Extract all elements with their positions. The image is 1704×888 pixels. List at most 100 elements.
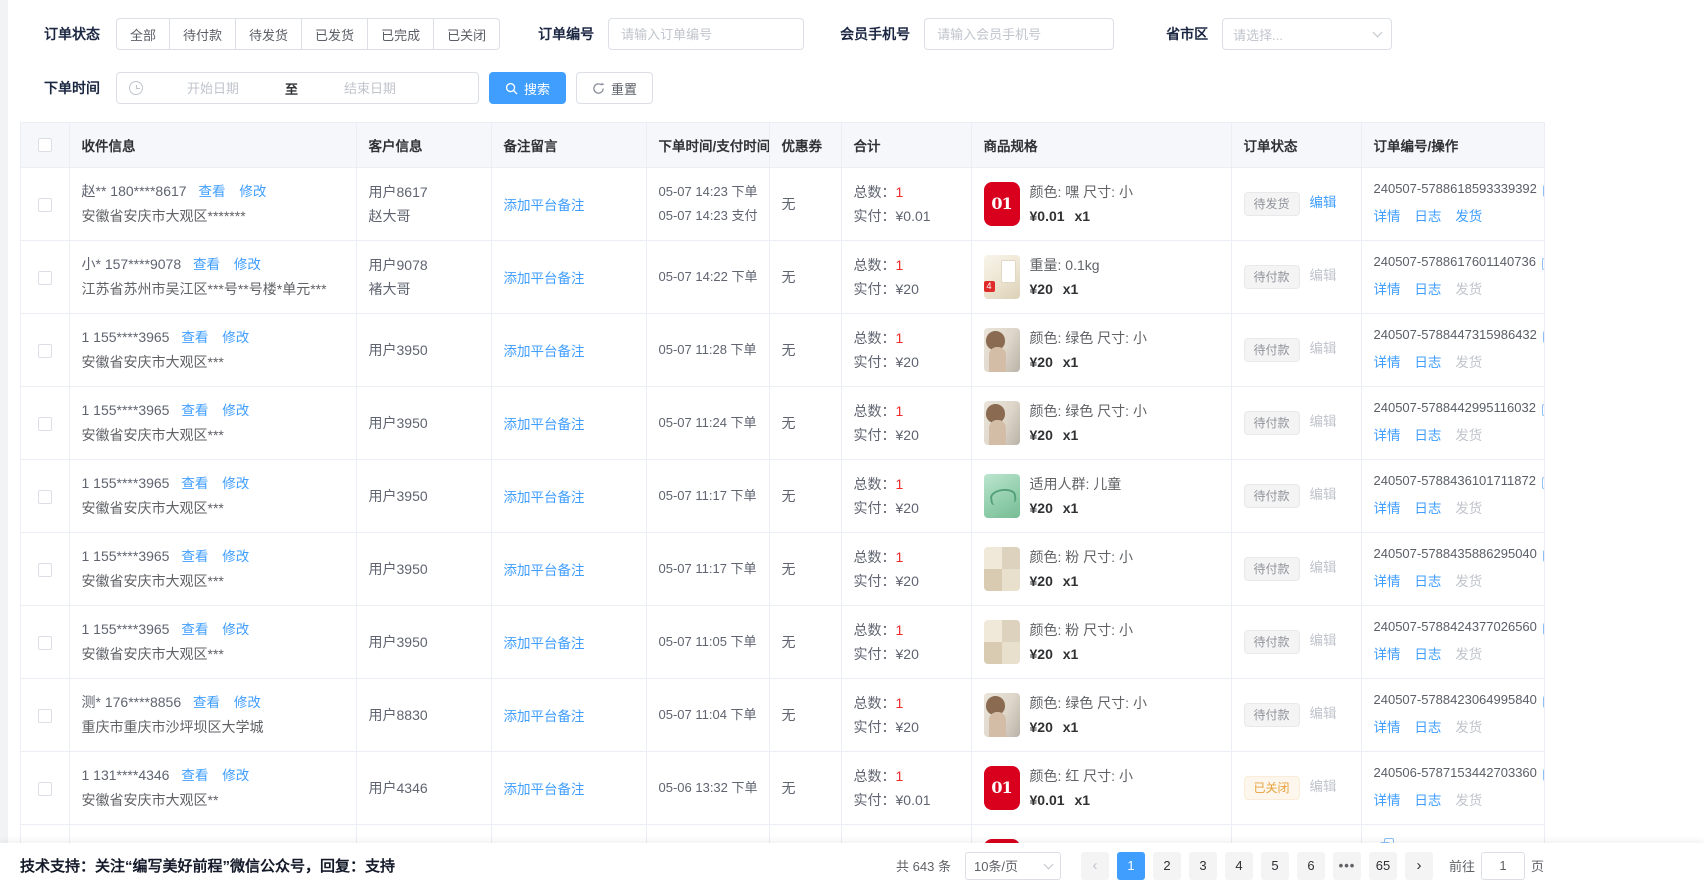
log-link[interactable]: 日志 (1414, 793, 1441, 808)
log-link[interactable]: 日志 (1414, 428, 1441, 443)
copy-icon[interactable] (1543, 765, 1545, 781)
edit-order-link[interactable]: 编辑 (1310, 195, 1337, 210)
add-remark-link[interactable]: 添加平台备注 (504, 417, 585, 432)
modify-receiver-link[interactable]: 修改 (222, 622, 249, 637)
goto-page-input[interactable] (1481, 852, 1525, 880)
page-button[interactable]: ••• (1333, 852, 1361, 880)
status-filter-button[interactable]: 全部 (116, 18, 170, 50)
detail-link[interactable]: 详情 (1374, 720, 1401, 735)
ship-link[interactable]: 发货 (1455, 574, 1482, 589)
modify-receiver-link[interactable]: 修改 (222, 549, 249, 564)
edit-order-link[interactable]: 编辑 (1310, 779, 1337, 794)
search-button[interactable]: 搜索 (489, 72, 566, 104)
log-link[interactable]: 日志 (1414, 209, 1441, 224)
modify-receiver-link[interactable]: 修改 (222, 330, 249, 345)
view-receiver-link[interactable]: 查看 (193, 257, 220, 272)
ship-link[interactable]: 发货 (1455, 793, 1482, 808)
copy-icon[interactable] (1543, 692, 1545, 708)
modify-receiver-link[interactable]: 修改 (222, 768, 249, 783)
row-checkbox[interactable] (38, 417, 52, 431)
row-checkbox[interactable] (38, 709, 52, 723)
log-link[interactable]: 日志 (1414, 720, 1441, 735)
row-checkbox[interactable] (38, 198, 52, 212)
row-checkbox[interactable] (38, 782, 52, 796)
modify-receiver-link[interactable]: 修改 (222, 476, 249, 491)
add-remark-link[interactable]: 添加平台备注 (504, 636, 585, 651)
log-link[interactable]: 日志 (1414, 574, 1441, 589)
ship-link[interactable]: 发货 (1455, 647, 1482, 662)
view-receiver-link[interactable]: 查看 (198, 184, 225, 199)
detail-link[interactable]: 详情 (1374, 574, 1401, 589)
status-filter-button[interactable]: 待发货 (236, 18, 302, 50)
prev-page-button[interactable]: ‹ (1081, 852, 1109, 880)
detail-link[interactable]: 详情 (1374, 647, 1401, 662)
view-receiver-link[interactable]: 查看 (181, 403, 208, 418)
modify-receiver-link[interactable]: 修改 (234, 695, 261, 710)
copy-icon[interactable] (1543, 546, 1545, 562)
edit-order-link[interactable]: 编辑 (1310, 560, 1337, 575)
next-page-button[interactable]: › (1405, 852, 1433, 880)
view-receiver-link[interactable]: 查看 (181, 330, 208, 345)
modify-receiver-link[interactable]: 修改 (234, 257, 261, 272)
date-range-picker[interactable]: 至 (116, 72, 479, 104)
ship-link[interactable]: 发货 (1455, 282, 1482, 297)
status-filter-button[interactable]: 已发货 (302, 18, 368, 50)
date-end-input[interactable] (306, 81, 434, 96)
detail-link[interactable]: 详情 (1374, 501, 1401, 516)
log-link[interactable]: 日志 (1414, 355, 1441, 370)
copy-icon[interactable] (1542, 473, 1545, 489)
select-all-checkbox[interactable] (38, 138, 52, 152)
edit-order-link[interactable]: 编辑 (1310, 414, 1337, 429)
detail-link[interactable]: 详情 (1374, 355, 1401, 370)
edit-order-link[interactable]: 编辑 (1310, 487, 1337, 502)
page-button[interactable]: 1 (1117, 852, 1145, 880)
page-button[interactable]: 3 (1189, 852, 1217, 880)
modify-receiver-link[interactable]: 修改 (239, 184, 266, 199)
edit-order-link[interactable]: 编辑 (1310, 341, 1337, 356)
add-remark-link[interactable]: 添加平台备注 (504, 198, 585, 213)
row-checkbox[interactable] (38, 490, 52, 504)
ship-link[interactable]: 发货 (1455, 355, 1482, 370)
member-phone-input[interactable] (924, 18, 1114, 50)
ship-link[interactable]: 发货 (1455, 209, 1482, 224)
copy-icon[interactable] (1543, 619, 1545, 635)
status-filter-button[interactable]: 已关闭 (434, 18, 500, 50)
view-receiver-link[interactable]: 查看 (181, 768, 208, 783)
log-link[interactable]: 日志 (1414, 282, 1441, 297)
ship-link[interactable]: 发货 (1455, 501, 1482, 516)
log-link[interactable]: 日志 (1414, 647, 1441, 662)
add-remark-link[interactable]: 添加平台备注 (504, 344, 585, 359)
order-number-input[interactable] (608, 18, 804, 50)
status-filter-button[interactable]: 待付款 (170, 18, 236, 50)
edit-order-link[interactable]: 编辑 (1310, 268, 1337, 283)
edit-order-link[interactable]: 编辑 (1310, 706, 1337, 721)
copy-icon[interactable] (1542, 400, 1545, 416)
detail-link[interactable]: 详情 (1374, 793, 1401, 808)
page-button[interactable]: 4 (1225, 852, 1253, 880)
detail-link[interactable]: 详情 (1374, 428, 1401, 443)
view-receiver-link[interactable]: 查看 (181, 476, 208, 491)
reset-button[interactable]: 重置 (576, 72, 653, 104)
status-filter-button[interactable]: 已完成 (368, 18, 434, 50)
detail-link[interactable]: 详情 (1374, 209, 1401, 224)
modify-receiver-link[interactable]: 修改 (222, 403, 249, 418)
page-size-select[interactable]: 10条/页 (965, 852, 1061, 880)
copy-icon[interactable] (1543, 181, 1545, 197)
page-button[interactable]: 2 (1153, 852, 1181, 880)
add-remark-link[interactable]: 添加平台备注 (504, 782, 585, 797)
add-remark-link[interactable]: 添加平台备注 (504, 709, 585, 724)
view-receiver-link[interactable]: 查看 (181, 549, 208, 564)
row-checkbox[interactable] (38, 344, 52, 358)
ship-link[interactable]: 发货 (1455, 720, 1482, 735)
region-select[interactable]: 请选择... (1222, 18, 1392, 50)
log-link[interactable]: 日志 (1414, 501, 1441, 516)
row-checkbox[interactable] (38, 563, 52, 577)
page-button[interactable]: 65 (1369, 852, 1397, 880)
copy-icon[interactable] (1543, 327, 1545, 343)
date-start-input[interactable] (149, 81, 277, 96)
edit-order-link[interactable]: 编辑 (1310, 633, 1337, 648)
add-remark-link[interactable]: 添加平台备注 (504, 563, 585, 578)
add-remark-link[interactable]: 添加平台备注 (504, 490, 585, 505)
row-checkbox[interactable] (38, 636, 52, 650)
view-receiver-link[interactable]: 查看 (181, 622, 208, 637)
